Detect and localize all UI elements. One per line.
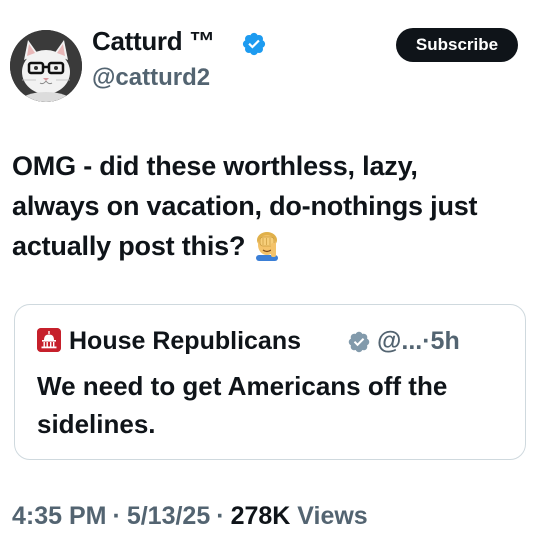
tweet-time[interactable]: 4:35 PM bbox=[12, 502, 106, 530]
quoted-author-name[interactable]: House Republicans bbox=[69, 327, 301, 356]
views-label: Views bbox=[297, 502, 368, 530]
verified-badge-icon bbox=[242, 32, 266, 56]
author-handle[interactable]: @catturd2 bbox=[92, 64, 210, 92]
views-count: 278K bbox=[230, 502, 291, 530]
capitol-icon bbox=[37, 328, 61, 352]
tweet-text: OMG - did these worthless, lazy, always … bbox=[12, 146, 512, 266]
subscribe-button[interactable]: Subscribe bbox=[396, 28, 518, 62]
cat-avatar-icon bbox=[10, 30, 82, 102]
quoted-author-handle[interactable]: @... bbox=[377, 327, 422, 355]
gray-verified-badge-icon bbox=[348, 331, 370, 353]
tweet-meta: 4:35 PM · 5/13/25 · 278K Views bbox=[12, 502, 368, 531]
tweet-date[interactable]: 5/13/25 bbox=[127, 502, 210, 530]
meta-separator: · bbox=[216, 502, 225, 530]
author-display-name[interactable]: Catturd ™ bbox=[92, 26, 215, 57]
author-avatar[interactable] bbox=[10, 30, 82, 102]
tweet: Catturd ™ @catturd2 Subscribe OMG - did … bbox=[0, 0, 540, 547]
quoted-tweet-card[interactable]: House Republicans @...·5h We need to get… bbox=[14, 304, 526, 460]
meta-separator: · bbox=[422, 327, 431, 355]
face-palm-emoji-icon bbox=[256, 232, 279, 261]
quoted-tweet-time[interactable]: 5h bbox=[431, 327, 460, 355]
quoted-author-meta: @...·5h bbox=[377, 327, 460, 356]
quoted-tweet-text: We need to get Americans off the sidelin… bbox=[37, 371, 448, 439]
tweet-body: OMG - did these worthless, lazy, always … bbox=[12, 151, 478, 261]
meta-separator: · bbox=[112, 502, 121, 530]
